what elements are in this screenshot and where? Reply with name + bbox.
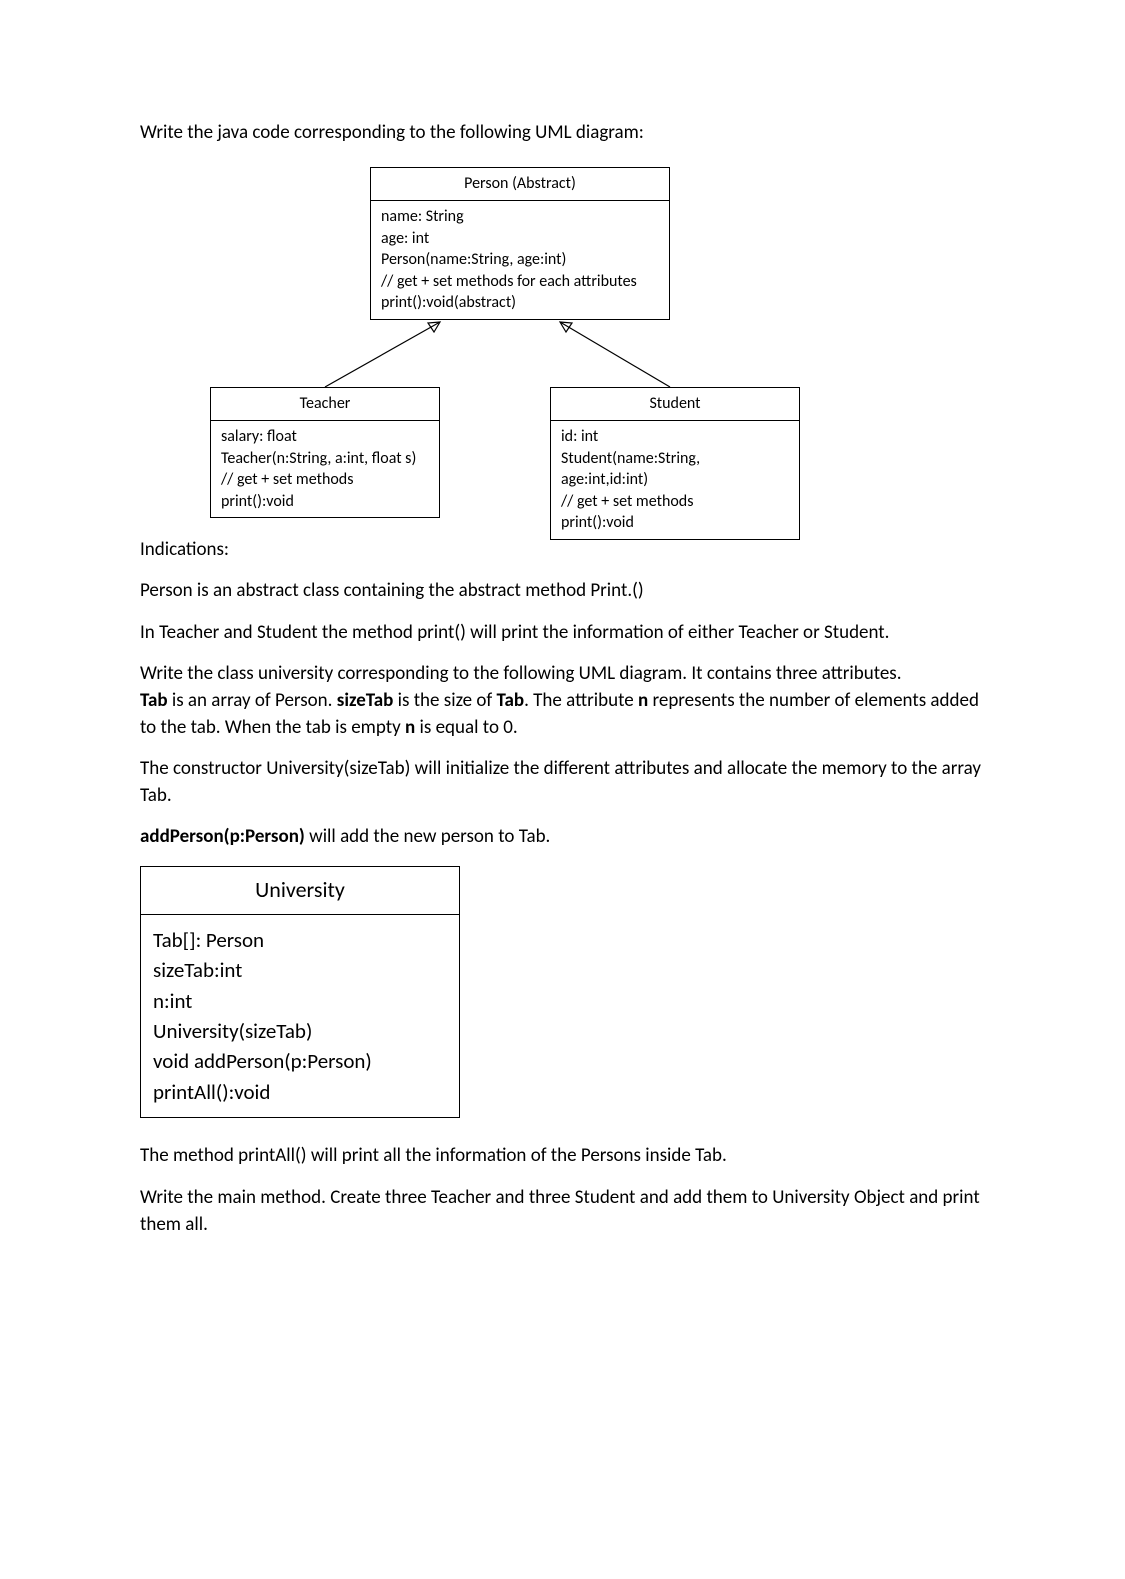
teacher-line: print():void xyxy=(221,491,429,513)
university-body: Tab[]: Person sizeTab:int n:int Universi… xyxy=(141,915,459,1118)
para5-bold: addPerson(p:Person) xyxy=(140,825,305,848)
teacher-line: salary: float xyxy=(221,426,429,448)
person-class-box: Person (Abstract) name: String age: int … xyxy=(370,167,670,320)
intro-text: Write the java code corresponding to the… xyxy=(140,120,985,147)
student-title: Student xyxy=(551,388,799,421)
teacher-line: // get + set methods xyxy=(221,469,429,491)
para3-bold-tab: Tab xyxy=(140,689,168,712)
teacher-title: Teacher xyxy=(211,388,439,421)
person-title: Person (Abstract) xyxy=(371,168,669,201)
paragraph-7: Write the main method. Create three Teac… xyxy=(140,1185,985,1238)
teacher-body: salary: float Teacher(n:String, a:int, f… xyxy=(211,421,439,517)
university-line: n:int xyxy=(153,986,447,1016)
student-body: id: int Student(name:String, age:int,id:… xyxy=(551,421,799,539)
paragraph-1: Person is an abstract class containing t… xyxy=(140,578,985,605)
person-line: name: String xyxy=(381,206,659,228)
para3-text: . The attribute xyxy=(524,689,638,712)
university-line: void addPerson(p:Person) xyxy=(153,1046,447,1076)
teacher-line: Teacher(n:String, a:int, float s) xyxy=(221,448,429,470)
university-title: University xyxy=(141,867,459,915)
uml-diagram: Person (Abstract) name: String age: int … xyxy=(140,167,985,507)
student-line: id: int xyxy=(561,426,789,448)
person-line: print():void(abstract) xyxy=(381,292,659,314)
university-line: printAll():void xyxy=(153,1077,447,1107)
university-line: sizeTab:int xyxy=(153,955,447,985)
university-class-box: University Tab[]: Person sizeTab:int n:i… xyxy=(140,866,460,1118)
student-class-box: Student id: int Student(name:String, age… xyxy=(550,387,800,540)
student-line: print():void xyxy=(561,512,789,534)
paragraph-4: The constructor University(sizeTab) will… xyxy=(140,756,985,809)
person-line: Person(name:String, age:int) xyxy=(381,249,659,271)
para3-text: is the size of xyxy=(393,689,496,712)
indications-heading: Indications: xyxy=(140,537,985,564)
university-line: University(sizeTab) xyxy=(153,1016,447,1046)
para5-rest: will add the new person to Tab. xyxy=(305,825,551,848)
university-line: Tab[]: Person xyxy=(153,925,447,955)
para3-bold-n: n xyxy=(638,689,648,712)
para3-text: is an array of Person. xyxy=(168,689,337,712)
paragraph-2: In Teacher and Student the method print(… xyxy=(140,620,985,647)
person-line: age: int xyxy=(381,228,659,250)
person-body: name: String age: int Person(name:String… xyxy=(371,201,669,319)
student-line: // get + set methods xyxy=(561,491,789,513)
para3-bold-n2: n xyxy=(405,716,415,739)
paragraph-5: addPerson(p:Person) will add the new per… xyxy=(140,824,985,851)
para3-text: is equal to 0. xyxy=(415,716,517,739)
para3-bold-sizetab: sizeTab xyxy=(337,689,394,712)
paragraph-6: The method printAll() will print all the… xyxy=(140,1143,985,1170)
student-line: Student(name:String, age:int,id:int) xyxy=(561,448,789,491)
teacher-class-box: Teacher salary: float Teacher(n:String, … xyxy=(210,387,440,519)
person-line: // get + set methods for each attributes xyxy=(381,271,659,293)
para3-pre: Write the class university corresponding… xyxy=(140,662,902,685)
paragraph-3: Write the class university corresponding… xyxy=(140,661,985,741)
para3-bold-tab2: Tab xyxy=(497,689,525,712)
